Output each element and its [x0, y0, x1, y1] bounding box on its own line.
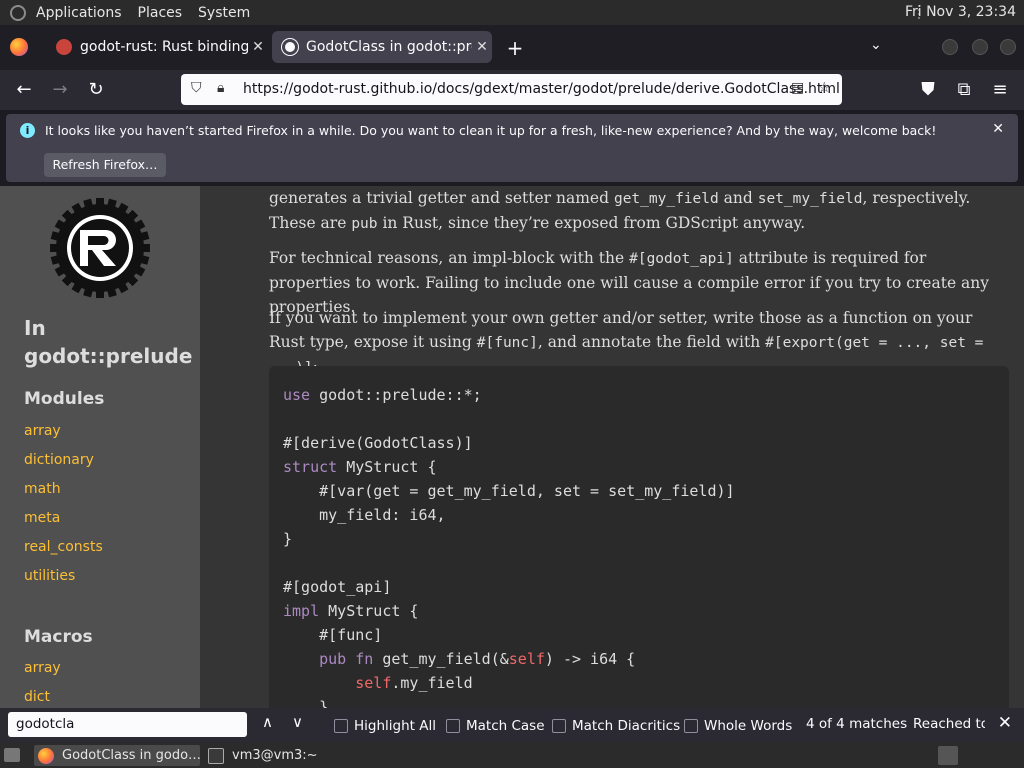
terminal-icon: [208, 747, 224, 764]
nav-toolbar: ← → ↻ ⛉ 🔒︎ https://godot-rust.github.io/…: [0, 70, 1024, 110]
find-next-icon[interactable]: ∨: [292, 713, 303, 731]
back-icon[interactable]: ←: [12, 78, 36, 102]
list-all-tabs-icon[interactable]: ⌄: [870, 37, 882, 53]
sidebar-link-math[interactable]: math: [24, 481, 61, 497]
bookmark-star-icon[interactable]: ☆: [818, 80, 831, 96]
inline-code: pub: [351, 216, 378, 232]
task-terminal[interactable]: vm3@vm3:~: [204, 745, 364, 766]
menu-applications[interactable]: Applications: [36, 5, 122, 21]
page-content: In godot::prelude Modules array dictiona…: [0, 186, 1024, 708]
close-tab-icon[interactable]: ✕: [248, 39, 268, 55]
menu-places[interactable]: Places: [138, 5, 183, 21]
inline-code: #[godot_api]: [629, 251, 734, 267]
pocket-icon[interactable]: ⛊: [916, 78, 940, 102]
code-example-block: use godot::prelude::*; #[derive(GodotCla…: [269, 366, 1009, 708]
rust-logo-icon[interactable]: [50, 198, 150, 298]
notification-message: It looks like you haven’t started Firefo…: [45, 123, 937, 138]
refresh-firefox-button[interactable]: Refresh Firefox…: [44, 153, 166, 177]
match-count: 4 of 4 matches: [806, 716, 908, 732]
inline-code: #[func]: [476, 335, 538, 351]
code-line: #[func]: [283, 626, 383, 644]
extensions-icon[interactable]: ⧉: [952, 78, 976, 102]
code-line: struct MyStruct {: [283, 458, 437, 476]
sidebar-link-dictionary[interactable]: dictionary: [24, 452, 94, 468]
code-line: #[derive(GodotClass)]: [283, 434, 473, 452]
shield-icon[interactable]: ⛉: [191, 80, 202, 96]
menu-hamburger-icon[interactable]: ≡: [988, 78, 1012, 102]
close-find-bar-icon[interactable]: ✕: [998, 713, 1012, 733]
inline-code: set_my_field: [757, 191, 863, 207]
task-firefox[interactable]: GodotClass in godo…: [34, 745, 200, 766]
sidebar-heading-module[interactable]: godot::prelude: [24, 342, 192, 370]
tab-godot-rust[interactable]: godot-rust: Rust bindings for Godot ✕: [46, 31, 268, 63]
sidebar-link-utilities[interactable]: utilities: [24, 568, 75, 584]
docs-sidebar: In godot::prelude Modules array dictiona…: [0, 186, 200, 708]
code-line: my_field: i64,: [283, 506, 446, 524]
tab-title: GodotClass in godot::prelude: [306, 39, 472, 55]
firefox-icon: [38, 747, 54, 764]
clock[interactable]: Fri Nov 3, 23:34: [905, 4, 1016, 20]
find-bar: godotcla ∧ ∨ Highlight All Match Case Ma…: [0, 708, 1024, 742]
tab-strip: godot-rust: Rust bindings for Godot ✕ Go…: [0, 25, 1024, 70]
sidebar-link-real-consts[interactable]: real_consts: [24, 539, 103, 555]
show-desktop-icon[interactable]: [4, 748, 20, 762]
find-status: Reached top: [913, 716, 985, 732]
refresh-notification-bar: i It looks like you haven’t started Fire…: [6, 114, 1018, 182]
modules-heading[interactable]: Modules: [24, 389, 104, 409]
reload-icon[interactable]: ↻: [84, 78, 108, 102]
inline-code: get_my_field: [613, 191, 719, 207]
sidebar-link-meta[interactable]: meta: [24, 510, 60, 526]
code-line: }: [283, 530, 293, 548]
code-line: use godot::prelude::*;: [283, 386, 482, 404]
sidebar-link-macro-dict[interactable]: dict: [24, 689, 50, 705]
taskbar: GodotClass in godo… vm3@vm3:~: [0, 742, 1024, 768]
whole-words-checkbox[interactable]: Whole Words: [684, 716, 792, 736]
new-tab-icon[interactable]: +: [504, 36, 526, 60]
macros-heading[interactable]: Macros: [24, 627, 93, 647]
godot-rust-favicon-icon: [56, 39, 72, 55]
code-line: #[godot_api]: [283, 578, 392, 596]
info-icon: i: [20, 123, 35, 138]
code-line: #[var(get = get_my_field, set = set_my_f…: [283, 482, 735, 500]
code-line: }: [283, 698, 329, 708]
find-previous-icon[interactable]: ∧: [262, 713, 273, 731]
lock-icon[interactable]: 🔒︎: [217, 80, 224, 96]
close-window-icon[interactable]: [1000, 39, 1016, 55]
close-tab-icon[interactable]: ✕: [472, 39, 492, 55]
tab-godotclass[interactable]: GodotClass in godot::prelude ✕: [272, 31, 492, 63]
menu-system[interactable]: System: [198, 5, 250, 21]
sidebar-link-macro-array[interactable]: array: [24, 660, 61, 676]
tab-title: godot-rust: Rust bindings for Godot: [80, 39, 248, 55]
match-diacritics-checkbox[interactable]: Match Diacritics: [552, 716, 680, 736]
distro-logo-icon[interactable]: [10, 4, 26, 21]
firefox-view-icon[interactable]: [10, 38, 28, 56]
workspace-switcher-icon[interactable]: [938, 746, 958, 765]
find-input[interactable]: godotcla: [8, 712, 247, 737]
forward-icon[interactable]: →: [48, 78, 72, 102]
url-text[interactable]: https://godot-rust.github.io/docs/gdext/…: [243, 81, 840, 97]
maximize-window-icon[interactable]: [972, 39, 988, 55]
reader-view-icon[interactable]: ▤: [791, 80, 804, 96]
sidebar-link-array[interactable]: array: [24, 423, 61, 439]
rust-docs-favicon-icon: [282, 39, 298, 55]
minimize-window-icon[interactable]: [942, 39, 958, 55]
code-line: self.my_field: [355, 674, 473, 692]
close-notification-icon[interactable]: ✕: [992, 121, 1004, 137]
code-line: impl MyStruct {: [283, 602, 419, 620]
paragraph-getter-setter: generates a trivial getter and setter na…: [269, 189, 971, 232]
sidebar-heading-in: In: [24, 316, 46, 340]
system-panel: Applications Places System Fri Nov 3, 23…: [0, 0, 1024, 25]
match-case-checkbox[interactable]: Match Case: [446, 716, 545, 736]
highlight-all-checkbox[interactable]: Highlight All: [334, 716, 436, 736]
code-line: pub fn get_my_field(&self) -> i64 {: [319, 650, 636, 668]
url-bar[interactable]: ⛉ 🔒︎ https://godot-rust.github.io/docs/g…: [181, 74, 842, 105]
